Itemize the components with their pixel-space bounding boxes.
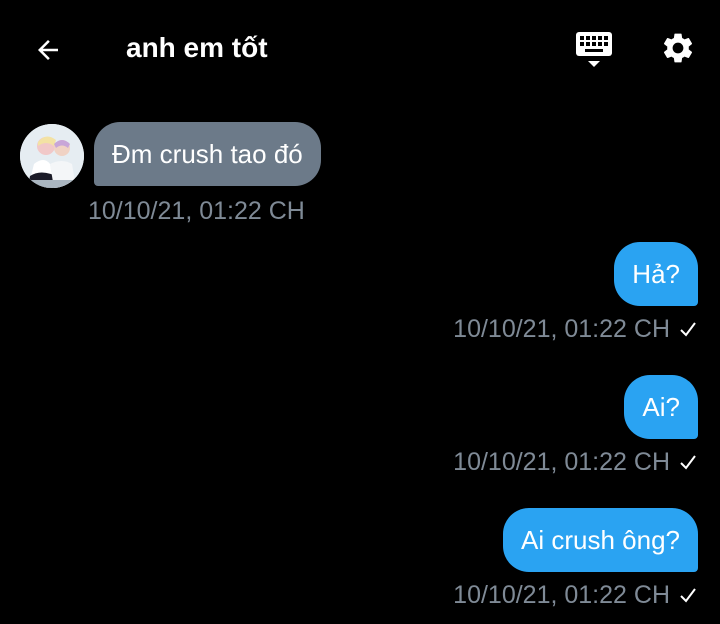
message-bubble-outgoing[interactable]: Ai crush ông? <box>503 508 698 572</box>
message-bubble-incoming[interactable]: Đm crush tao đó <box>94 122 321 186</box>
arrow-left-icon <box>38 40 58 60</box>
message-bubble-outgoing[interactable]: Hả? <box>614 242 698 306</box>
message-timestamp: 10/10/21, 01:22 CH <box>453 448 670 476</box>
message-bubble-outgoing[interactable]: Ai? <box>624 375 698 439</box>
message-timestamp: 10/10/21, 01:22 CH <box>453 315 670 343</box>
chat-header: anh em tốt <box>0 0 720 98</box>
message-meta: 10/10/21, 01:22 CH <box>453 447 698 477</box>
avatar[interactable] <box>20 124 84 188</box>
chat-title: anh em tốt <box>126 32 268 63</box>
message-text: Ai crush ông? <box>521 525 680 555</box>
gear-icon <box>663 33 693 63</box>
chat-screen: anh em tốt Đm crush tao đó 10/10/21, 01:… <box>0 0 720 624</box>
message-text: Hả? <box>632 259 680 289</box>
check-icon <box>678 452 698 472</box>
settings-button[interactable] <box>652 22 704 74</box>
check-icon <box>678 319 698 339</box>
keyboard-icon <box>576 32 612 67</box>
message-meta: 10/10/21, 01:22 CH <box>453 580 698 610</box>
message-timestamp: 10/10/21, 01:22 CH <box>88 197 305 225</box>
avatar-image <box>20 124 84 188</box>
check-icon <box>678 585 698 605</box>
message-meta: 10/10/21, 01:22 CH <box>453 314 698 344</box>
back-button[interactable] <box>24 26 72 74</box>
message-text: Ai? <box>642 392 680 422</box>
message-text: Đm crush tao đó <box>112 139 303 169</box>
keyboard-button[interactable] <box>568 24 620 76</box>
message-timestamp: 10/10/21, 01:22 CH <box>453 581 670 609</box>
